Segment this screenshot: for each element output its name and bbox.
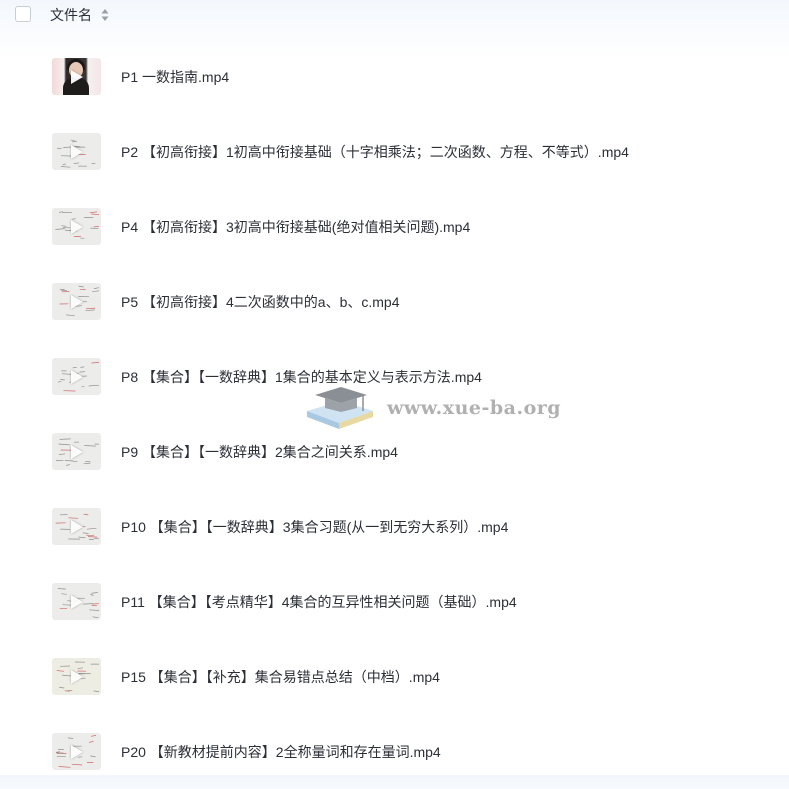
file-row[interactable]: P9 【集合】【一数辞典】2集合之间关系.mp4 [0, 414, 789, 489]
file-list-header: 文件名 [0, 0, 789, 32]
play-icon [71, 70, 83, 84]
video-thumbnail[interactable] [52, 583, 101, 620]
filename-column-title[interactable]: 文件名 [50, 6, 92, 24]
play-icon [71, 220, 83, 234]
file-row[interactable]: P8 【集合】【一数辞典】1集合的基本定义与表示方法.mp4 [0, 339, 789, 414]
file-row[interactable]: P2 【初高衔接】1初高中衔接基础（十字相乘法；二次函数、方程、不等式）.mp4 [0, 114, 789, 189]
video-thumbnail[interactable] [52, 358, 101, 395]
video-thumbnail[interactable] [52, 658, 101, 695]
video-thumbnail[interactable] [52, 58, 101, 95]
play-icon [71, 370, 83, 384]
play-icon [71, 445, 83, 459]
file-row[interactable]: P1 一数指南.mp4 [0, 39, 789, 114]
file-row[interactable]: P10 【集合】【一数辞典】3集合习题(从一到无穷大系列）.mp4 [0, 489, 789, 564]
file-row[interactable]: P20 【新教材提前内容】2全称量词和存在量词.mp4 [0, 714, 789, 789]
video-thumbnail[interactable] [52, 283, 101, 320]
file-name[interactable]: P10 【集合】【一数辞典】3集合习题(从一到无穷大系列）.mp4 [121, 518, 508, 536]
video-thumbnail[interactable] [52, 508, 101, 545]
sort-icon[interactable] [101, 8, 109, 22]
video-thumbnail[interactable] [52, 733, 101, 770]
file-row[interactable]: P15 【集合】【补充】集合易错点总结（中档）.mp4 [0, 639, 789, 714]
select-all-checkbox[interactable] [15, 6, 31, 22]
file-name[interactable]: P4 【初高衔接】3初高中衔接基础(绝对值相关问题).mp4 [121, 218, 470, 236]
file-name[interactable]: P8 【集合】【一数辞典】1集合的基本定义与表示方法.mp4 [121, 368, 482, 386]
file-name[interactable]: P20 【新教材提前内容】2全称量词和存在量词.mp4 [121, 743, 441, 761]
video-thumbnail[interactable] [52, 133, 101, 170]
file-name[interactable]: P11 【集合】【考点精华】4集合的互异性相关问题（基础）.mp4 [121, 593, 517, 611]
play-icon [71, 295, 83, 309]
play-icon [71, 745, 83, 759]
file-row[interactable]: P5 【初高衔接】4二次函数中的a、b、c.mp4 [0, 264, 789, 339]
file-name[interactable]: P9 【集合】【一数辞典】2集合之间关系.mp4 [121, 443, 398, 461]
play-icon [71, 145, 83, 159]
file-row[interactable]: P4 【初高衔接】3初高中衔接基础(绝对值相关问题).mp4 [0, 189, 789, 264]
video-thumbnail[interactable] [52, 208, 101, 245]
file-name[interactable]: P15 【集合】【补充】集合易错点总结（中档）.mp4 [121, 668, 440, 686]
file-name[interactable]: P5 【初高衔接】4二次函数中的a、b、c.mp4 [121, 293, 400, 311]
file-name[interactable]: P1 一数指南.mp4 [121, 68, 229, 86]
file-row[interactable]: P11 【集合】【考点精华】4集合的互异性相关问题（基础）.mp4 [0, 564, 789, 639]
play-icon [71, 670, 83, 684]
file-name[interactable]: P2 【初高衔接】1初高中衔接基础（十字相乘法；二次函数、方程、不等式）.mp4 [121, 143, 629, 161]
video-thumbnail[interactable] [52, 433, 101, 470]
play-icon [71, 595, 83, 609]
play-icon [71, 520, 83, 534]
